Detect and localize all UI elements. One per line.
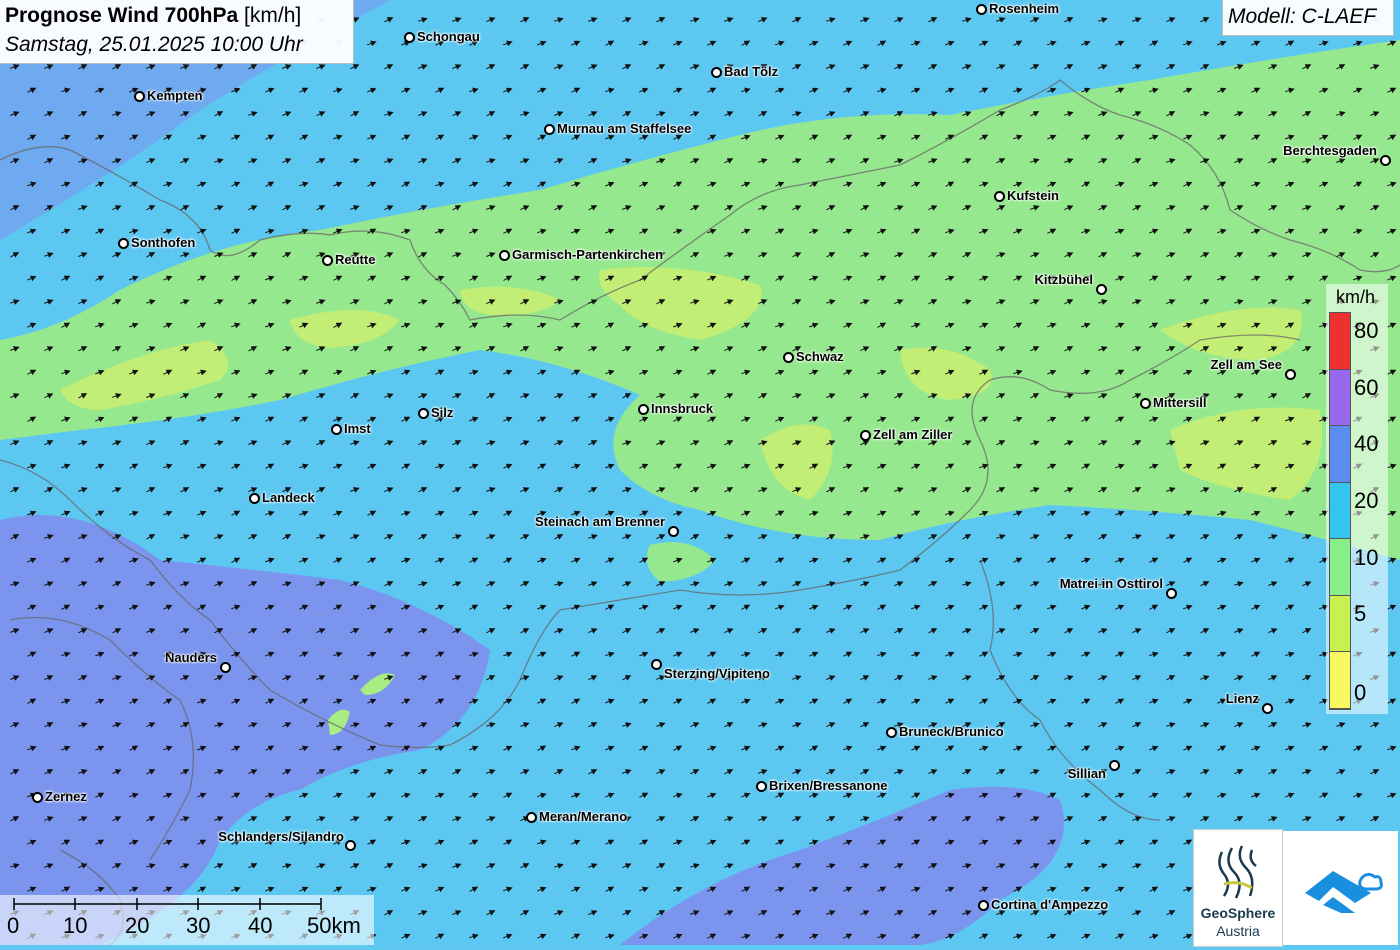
city-marker-icon (711, 67, 722, 78)
legend-label: 5 (1354, 601, 1367, 627)
city-marker-icon (404, 32, 415, 43)
logo-sub: Austria (1216, 923, 1260, 939)
scale-label: 30 (186, 913, 211, 938)
city-label: Garmisch-Partenkirchen (512, 247, 664, 262)
city-label: Steinach am Brenner (534, 514, 665, 529)
city-label: Brixen/Bressanone (769, 778, 888, 793)
scale-label: 20 (125, 913, 150, 938)
city-marker-icon (220, 662, 231, 673)
scale-label: 40 (248, 913, 273, 938)
city-label: Sillian (1067, 766, 1106, 781)
city-label: Bad Tölz (724, 64, 779, 79)
city-label: Silz (431, 405, 454, 420)
legend-swatch (1330, 482, 1350, 540)
city-marker-icon (1285, 369, 1296, 380)
scale-label: 50km (307, 913, 361, 938)
city-marker-icon (994, 191, 1005, 202)
city-marker-icon (978, 900, 989, 911)
city-marker-icon (651, 659, 662, 670)
city-label: Schlanders/Silandro (218, 829, 344, 844)
city-label: Zell am See (1210, 357, 1282, 372)
city-marker-icon (249, 493, 260, 504)
city-label: Berchtesgaden (1283, 143, 1377, 158)
city-marker-icon (499, 250, 510, 261)
city-marker-icon (134, 91, 145, 102)
forecast-datetime: Samstag, 25.01.2025 10:00 Uhr (5, 33, 303, 56)
city-label: Meran/Merano (539, 809, 628, 824)
city-marker-icon (1166, 588, 1177, 599)
scale-ticks (13, 898, 322, 910)
logo-name: GeoSphere (1200, 905, 1276, 921)
geosphere-logo[interactable]: GeoSphere Austria (1193, 829, 1283, 947)
city-marker-icon (544, 124, 555, 135)
legend-label: 80 (1354, 318, 1379, 344)
city-marker-icon (345, 840, 356, 851)
legend-label: 60 (1354, 374, 1379, 400)
legend-swatch (1330, 539, 1350, 596)
map-title: Prognose Wind 700hPa [km/h] (5, 4, 302, 27)
city-marker-icon (638, 404, 649, 415)
scale-label: 10 (63, 913, 88, 938)
legend-swatch (1330, 313, 1350, 370)
city-label: Innsbruck (651, 401, 714, 416)
city-label: Kitzbühel (1034, 272, 1094, 287)
city-marker-icon (1262, 703, 1273, 714)
city-label: Matrei in Osttirol (1059, 576, 1163, 591)
city-marker-icon (322, 255, 333, 266)
city-label: Schongau (417, 29, 480, 44)
legend-label: 10 (1354, 544, 1379, 570)
legend-swatch (1330, 595, 1350, 653)
city-marker-icon (668, 526, 679, 537)
city-marker-icon (331, 424, 342, 435)
geosphere-emblem-icon (1218, 845, 1257, 899)
legend-swatch (1330, 426, 1350, 483)
city-label: Reutte (335, 252, 376, 267)
legend-swatch (1330, 369, 1350, 427)
city-label: Landeck (262, 490, 315, 505)
city-label: Cortina d'Ampezzo (991, 897, 1109, 912)
city-label: Sterzing/Vipiteno (664, 666, 770, 681)
city-label: Kufstein (1007, 188, 1059, 203)
city-label: Sonthofen (131, 235, 196, 250)
city-marker-icon (756, 781, 767, 792)
city-label: Nauders (164, 650, 217, 665)
title-panel: Prognose Wind 700hPa [km/h] Samstag, 25.… (0, 0, 354, 64)
city-label: Zell am Ziller (873, 427, 953, 442)
city-label: Murnau am Staffelsee (557, 121, 692, 136)
legend-label: 40 (1354, 431, 1379, 457)
legend-swatch (1330, 652, 1350, 709)
city-marker-icon (1140, 398, 1151, 409)
city-marker-icon (783, 352, 794, 363)
scale-bar: 0 10 20 30 40 50km (0, 895, 374, 945)
city-marker-icon (32, 792, 43, 803)
legend-unit: km/h (1336, 287, 1376, 307)
city-marker-icon (1380, 155, 1391, 166)
cloud-roof-icon (1305, 871, 1383, 913)
city-label: Imst (344, 421, 371, 436)
city-label: Mittersill (1153, 395, 1207, 410)
city-marker-icon (418, 408, 429, 419)
city-marker-icon (1109, 760, 1120, 771)
city-marker-icon (886, 727, 897, 738)
city-label: Lienz (1225, 691, 1259, 706)
legend-label: 0 (1354, 680, 1367, 705)
legend: km/h 80 60 40 20 10 5 0 (1326, 284, 1388, 714)
model-label: Modell: C-LAEF (1228, 5, 1377, 28)
city-marker-icon (976, 4, 987, 15)
legend-label: 20 (1354, 488, 1379, 513)
scale-label: 0 (7, 913, 20, 938)
city-label: Bruneck/Brunico (899, 724, 1004, 739)
weather-app-logo[interactable] (1283, 831, 1398, 945)
city-label: Zernez (45, 789, 87, 804)
city-marker-icon (118, 238, 129, 249)
model-panel: Modell: C-LAEF (1222, 0, 1394, 36)
city-label: Schwaz (796, 349, 844, 364)
city-label: Kempten (147, 88, 203, 103)
city-marker-icon (526, 812, 537, 823)
city-marker-icon (860, 430, 871, 441)
city-marker-icon (1096, 284, 1107, 295)
wind-map[interactable] (0, 0, 1400, 945)
city-label: Rosenheim (989, 1, 1060, 16)
legend-color-bar (1329, 312, 1351, 710)
